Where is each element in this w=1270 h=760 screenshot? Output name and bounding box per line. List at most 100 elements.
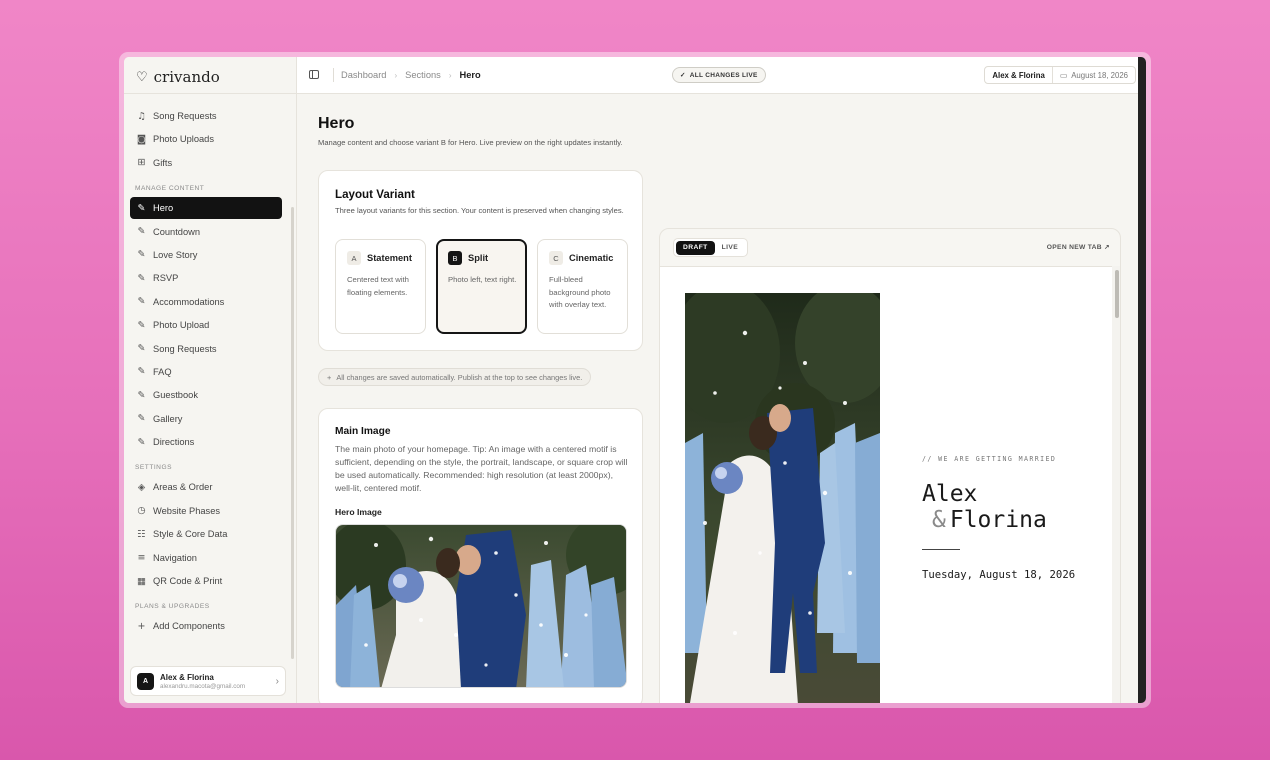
- sidebar-item-style-and-core-data[interactable]: ☷ Style & Core Data: [130, 523, 282, 545]
- sidebar-item-navigation[interactable]: ≡ Navigation: [130, 547, 282, 569]
- sidebar-item-label: Directions: [153, 437, 195, 448]
- logo[interactable]: ♡ crivando: [136, 67, 220, 87]
- sidebar-item-label: Accommodations: [153, 296, 225, 307]
- sidebar-item-label: Areas & Order: [153, 482, 213, 493]
- sidebar-toggle-icon[interactable]: [309, 70, 319, 79]
- sidebar-item-qr-code-and-print[interactable]: ▦ QR Code & Print: [130, 570, 282, 592]
- sidebar-item-label: Guestbook: [153, 390, 198, 401]
- pencil-icon: ✎: [137, 226, 146, 238]
- variant-badge: B: [448, 251, 462, 265]
- main-content: Hero Manage content and choose variant B…: [297, 94, 1146, 703]
- live-status-label: ALL CHANGES LIVE: [689, 71, 758, 79]
- preview-name-first: Alex: [922, 481, 978, 507]
- plus-icon: +: [137, 620, 146, 632]
- sidebar-item-label: Gifts: [153, 157, 173, 168]
- tab-live[interactable]: LIVE: [715, 241, 745, 255]
- live-preview-panel: DRAFT LIVE OPEN NEW TAB ↗ // WE ARE GETT…: [659, 228, 1121, 703]
- sidebar-item-website-phases[interactable]: ◷ Website Phases: [130, 500, 282, 522]
- sidebar-item-hero[interactable]: ✎ Hero: [130, 197, 282, 220]
- pencil-icon: ✎: [137, 413, 146, 425]
- variant-option-cinematic[interactable]: C Cinematic Full-bleed background photo …: [537, 239, 628, 334]
- user-name: Alex & Florina: [160, 672, 214, 682]
- preview-hero-photo: [685, 293, 880, 703]
- wedding-photo-thumbnail: [336, 525, 626, 687]
- sidebar-item-label: Website Phases: [153, 505, 221, 516]
- main-image-title: Main Image: [335, 426, 391, 437]
- preview-name-second-line: & Florina: [932, 507, 1047, 533]
- sidebar-item-faq[interactable]: ✎ FAQ: [130, 361, 282, 383]
- sidebar-item-photo-upload[interactable]: ✎ Photo Upload: [130, 314, 282, 336]
- pencil-icon: ✎: [137, 272, 146, 284]
- sidebar: ♡ crivando ♫ Song Requests ◙ Photo Uploads ⊞…: [124, 57, 297, 703]
- logo-text: crivando: [153, 68, 220, 86]
- preview-scroll-thumb[interactable]: [1115, 270, 1119, 318]
- sidebar-item-directions[interactable]: ✎ Directions: [130, 431, 282, 453]
- sidebar-item-label: Navigation: [153, 552, 197, 563]
- variant-description: Centered text with floating elements.: [347, 275, 409, 297]
- sidebar-scrollbar[interactable]: [291, 207, 294, 659]
- sidebar-item-accommodations[interactable]: ✎ Accommodations: [130, 291, 282, 313]
- variant-description: Full-bleed background photo with overlay…: [549, 275, 611, 310]
- topbar-divider: [333, 68, 334, 82]
- autosave-notice-text: All changes are saved automatically. Pub…: [336, 372, 583, 382]
- sidebar-item-label: Gallery: [153, 413, 183, 424]
- variant-option-statement[interactable]: A Statement Centered text with floating …: [335, 239, 426, 334]
- event-info-pill[interactable]: Alex & Florina ▭ August 18, 2026: [984, 66, 1136, 84]
- app-frame: ♡ crivando ♫ Song Requests ◙ Photo Uploads ⊞…: [119, 52, 1151, 708]
- tab-draft[interactable]: DRAFT: [676, 240, 715, 255]
- hero-image-upload[interactable]: [335, 524, 627, 688]
- pencil-icon: ✎: [137, 296, 146, 308]
- topbar: Dashboard › Sections › Hero ✓ ALL CHANGE…: [297, 57, 1146, 94]
- sidebar-item-label: Song Requests: [153, 111, 217, 121]
- sidebar-item-guestbook[interactable]: ✎ Guestbook: [130, 384, 282, 406]
- sidebar-item-countdown[interactable]: ✎ Countdown: [130, 221, 282, 243]
- sidebar-item-label: RSVP: [153, 273, 179, 284]
- layout-variant-description: Three layout variants for this section. …: [335, 206, 624, 215]
- sidebar-section-heading: MANAGE CONTENT: [135, 185, 205, 193]
- open-new-tab-link[interactable]: OPEN NEW TAB ↗: [1047, 243, 1110, 251]
- sidebar-item-label: FAQ: [153, 366, 172, 377]
- heart-icon: ♡: [136, 69, 148, 85]
- menu-icon: ≡: [137, 552, 146, 564]
- camera-icon: ◙: [136, 133, 147, 145]
- page-subtitle: Manage content and choose variant B for …: [318, 138, 623, 147]
- main-image-description: The main photo of your homepage. Tip: An…: [335, 444, 628, 494]
- breadcrumb-dashboard[interactable]: Dashboard: [341, 70, 386, 80]
- autosave-notice: + All changes are saved automatically. P…: [318, 368, 592, 386]
- sidebar-item-gallery[interactable]: ✎ Gallery: [130, 408, 282, 430]
- breadcrumb: Dashboard › Sections › Hero: [341, 70, 481, 80]
- sidebar-item-label: Love Story: [153, 249, 198, 260]
- preview-date: Tuesday, August 18, 2026: [922, 569, 1076, 581]
- sidebar-item-rsvp[interactable]: ✎ RSVP: [130, 267, 282, 289]
- pencil-icon: ✎: [137, 366, 146, 378]
- sidebar-item-photo-uploads[interactable]: ◙ Photo Uploads: [130, 128, 282, 150]
- preview-name-second: Florina: [949, 507, 1047, 533]
- couple-name: Alex & Florina: [985, 67, 1053, 83]
- gift-icon: ⊞: [137, 157, 146, 169]
- variant-option-split[interactable]: B Split Photo left, text right.: [436, 239, 527, 334]
- user-card[interactable]: A Alex & Florina alexandru.macota@gmail.…: [130, 666, 286, 696]
- sidebar-item-love-story[interactable]: ✎ Love Story: [130, 244, 282, 266]
- sidebar-item-label: Hero: [153, 203, 174, 214]
- layout-variant-title: Layout Variant: [335, 188, 415, 201]
- preview-ampersand: &: [932, 507, 946, 533]
- sidebar-item-song-requests[interactable]: ♫ Song Requests: [130, 105, 282, 127]
- variant-badge: A: [347, 251, 361, 265]
- sidebar-item-gifts[interactable]: ⊞ Gifts: [130, 152, 282, 174]
- preview-scrollbar[interactable]: [1112, 266, 1120, 703]
- layout-variant-card: Layout Variant Three layout variants for…: [318, 170, 643, 351]
- sliders-icon: ☷: [137, 528, 146, 540]
- variant-name: Cinematic: [569, 253, 614, 263]
- sidebar-item-add-components[interactable]: + Add Components: [130, 615, 282, 637]
- window-scrollbar[interactable]: [1138, 57, 1146, 703]
- avatar: A: [137, 672, 154, 690]
- user-email: alexandru.macota@gmail.com: [160, 682, 246, 690]
- sidebar-item-areas-and-order[interactable]: ◈ Areas & Order: [130, 476, 282, 498]
- live-status-badge[interactable]: ✓ ALL CHANGES LIVE: [672, 67, 766, 83]
- external-link-icon: ↗: [1104, 244, 1110, 251]
- sidebar-item-song-requests[interactable]: ✎ Song Requests: [130, 338, 282, 360]
- chevron-right-icon: ›: [448, 70, 452, 80]
- breadcrumb-sections[interactable]: Sections: [405, 70, 441, 80]
- pencil-icon: ✎: [137, 319, 146, 331]
- sidebar-item-label: Add Components: [153, 621, 225, 632]
